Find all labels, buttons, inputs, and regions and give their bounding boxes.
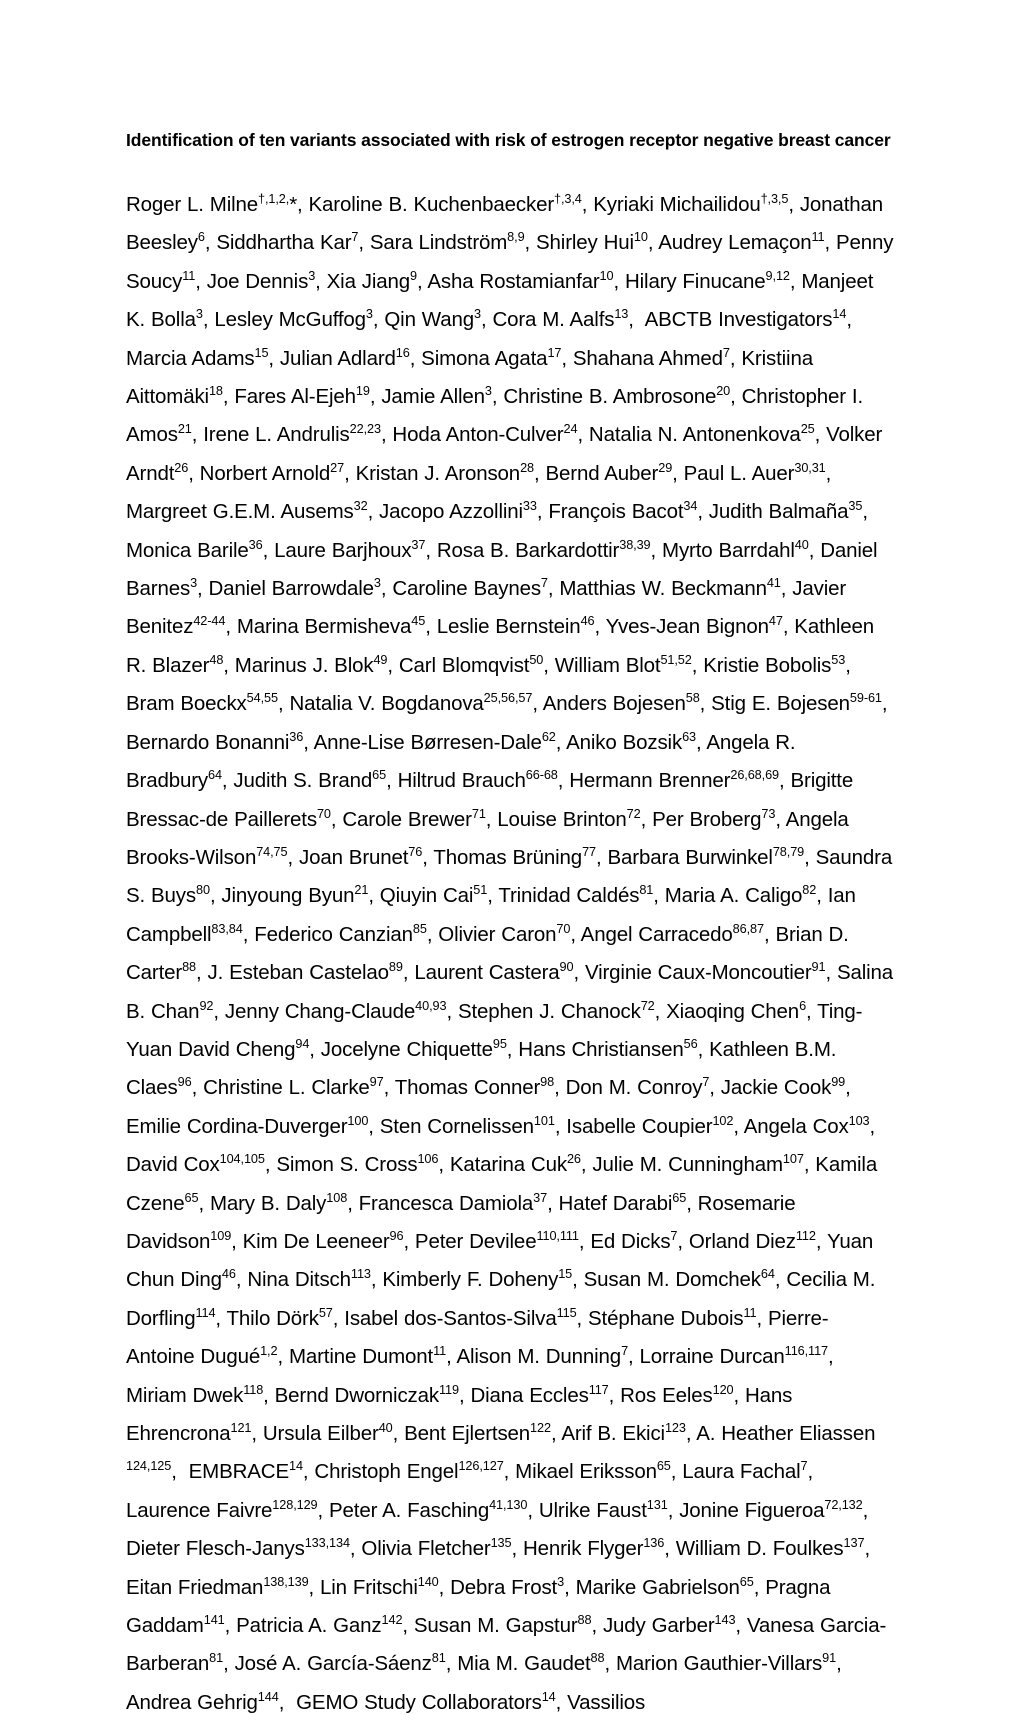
document-page: Identification of ten variants associate… <box>0 0 1020 1714</box>
page-title: Identification of ten variants associate… <box>126 130 891 150</box>
author-list: Roger L. Milne†,1,2,*, Karoline B. Kuche… <box>126 191 894 1714</box>
